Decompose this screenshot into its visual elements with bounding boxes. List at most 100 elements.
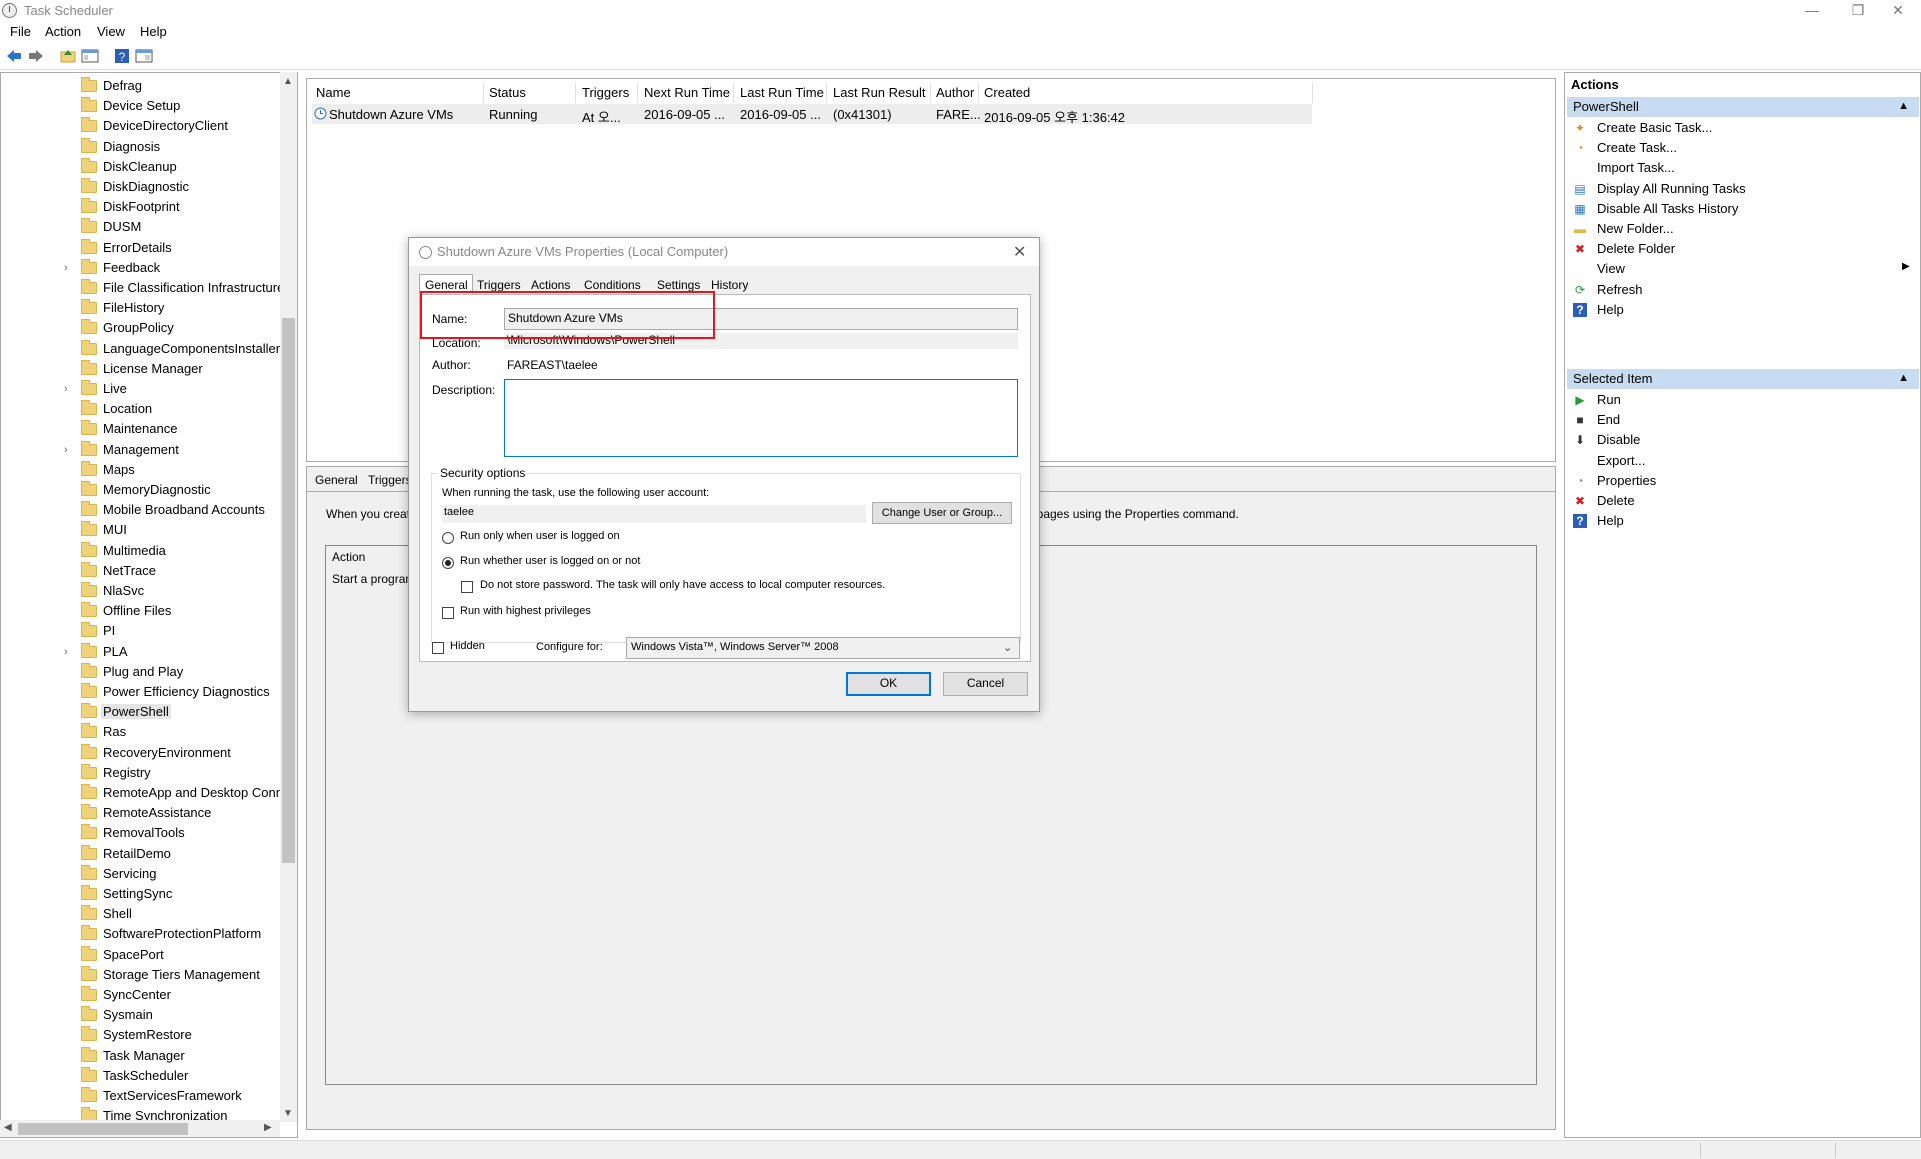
column-header-last-run-result[interactable]: Last Run Result bbox=[833, 85, 926, 100]
tree-item[interactable]: Diagnosis bbox=[1, 137, 283, 158]
highest-privileges-checkbox[interactable] bbox=[442, 607, 454, 619]
tree-item[interactable]: Task Manager bbox=[1, 1046, 283, 1067]
tree-item[interactable]: Multimedia bbox=[1, 541, 283, 562]
back-arrow-icon[interactable] bbox=[5, 47, 23, 65]
scroll-up-arrow-icon[interactable]: ▲ bbox=[283, 76, 293, 87]
expand-chevron-icon[interactable]: › bbox=[64, 444, 68, 456]
tree-item[interactable]: SyncCenter bbox=[1, 986, 283, 1006]
tree-item[interactable]: RetailDemo bbox=[1, 844, 283, 865]
tree-item[interactable]: Device Setup bbox=[1, 97, 283, 117]
details-tab-general[interactable]: General bbox=[315, 473, 358, 487]
tree-item[interactable]: DiskDiagnostic bbox=[1, 178, 283, 198]
tree-item[interactable]: Location bbox=[1, 400, 283, 420]
tree-item[interactable]: GroupPolicy bbox=[1, 319, 283, 339]
tree-item[interactable]: TaskScheduler bbox=[1, 1066, 283, 1087]
tree-item[interactable]: SoftwareProtectionPlatform bbox=[1, 925, 283, 945]
ok-button[interactable]: OK bbox=[846, 672, 931, 696]
no-store-password-checkbox[interactable] bbox=[461, 581, 473, 593]
tree-item[interactable]: SettingSync bbox=[1, 885, 283, 905]
table-row[interactable]: Shutdown Azure VMs Running At 오... 2016-… bbox=[312, 104, 1312, 125]
tree-item[interactable]: ErrorDetails bbox=[1, 238, 283, 259]
section-header-selected-item[interactable]: Selected Item ▲ bbox=[1567, 369, 1919, 389]
action-grid-row[interactable]: Start a program bbox=[332, 572, 415, 586]
radio-logged-on[interactable] bbox=[442, 532, 454, 544]
tree-item[interactable]: RemoteAssistance bbox=[1, 804, 283, 824]
tree-item[interactable]: Plug and Play bbox=[1, 662, 283, 683]
up-folder-icon[interactable] bbox=[59, 47, 77, 65]
tree-item[interactable]: License Manager bbox=[1, 359, 283, 380]
configure-for-dropdown[interactable]: Windows Vista™, Windows Server™ 2008 ⌄ bbox=[626, 637, 1020, 659]
column-header-status[interactable]: Status bbox=[489, 85, 526, 100]
tree-item[interactable]: DeviceDirectoryClient bbox=[1, 117, 283, 137]
column-header-last-run-time[interactable]: Last Run Time bbox=[740, 85, 824, 100]
tree-item[interactable]: RemoteApp and Desktop Conn bbox=[1, 784, 283, 804]
menu-help[interactable]: Help bbox=[140, 24, 167, 39]
tree-item[interactable]: PowerShell bbox=[1, 703, 283, 723]
tree-item[interactable]: Servicing bbox=[1, 864, 283, 885]
tree-vertical-scroll-thumb[interactable] bbox=[282, 318, 295, 863]
tree-item[interactable]: › Live bbox=[1, 380, 283, 400]
column-header-created[interactable]: Created bbox=[984, 85, 1030, 100]
tree-item[interactable]: Maintenance bbox=[1, 420, 283, 440]
forward-arrow-icon[interactable] bbox=[27, 47, 45, 65]
tree-item[interactable]: DiskFootprint bbox=[1, 198, 283, 218]
tree-item[interactable]: RecoveryEnvironment bbox=[1, 743, 283, 764]
section-header-powershell[interactable]: PowerShell ▲ bbox=[1567, 97, 1919, 117]
menu-file[interactable]: File bbox=[10, 24, 31, 39]
tree-item[interactable]: DiskCleanup bbox=[1, 157, 283, 178]
tree-item[interactable]: › PLA bbox=[1, 642, 283, 663]
tree-item[interactable]: Registry bbox=[1, 763, 283, 784]
tree-item[interactable]: PI bbox=[1, 622, 283, 642]
expand-chevron-icon[interactable]: › bbox=[64, 646, 68, 658]
show-hide-console-tree-icon[interactable] bbox=[81, 47, 99, 65]
hidden-checkbox[interactable] bbox=[432, 642, 444, 654]
tree-item[interactable]: RemovalTools bbox=[1, 824, 283, 844]
folder-tree-pane[interactable]: Defrag Device Setup DeviceDirectoryClient D… bbox=[0, 72, 298, 1138]
action-grid-header[interactable]: Action bbox=[332, 550, 365, 564]
tree-item[interactable]: SpacePort bbox=[1, 945, 283, 966]
minimize-button[interactable]: — bbox=[1789, 0, 1835, 22]
collapse-caret-icon[interactable]: ▲ bbox=[1898, 100, 1909, 112]
tree-item[interactable]: MemoryDiagnostic bbox=[1, 481, 283, 501]
tree-item[interactable]: DUSM bbox=[1, 218, 283, 238]
dialog-close-button[interactable]: ✕ bbox=[1013, 242, 1026, 262]
details-tab-triggers[interactable]: Triggers bbox=[368, 473, 412, 487]
expand-chevron-icon[interactable]: › bbox=[64, 262, 68, 274]
action-help[interactable]: ? Help bbox=[1565, 299, 1917, 323]
menu-view[interactable]: View bbox=[97, 24, 125, 39]
change-user-button[interactable]: Change User or Group... bbox=[872, 502, 1012, 524]
tree-item[interactable]: SystemRestore bbox=[1, 1026, 283, 1046]
close-button[interactable]: ✕ bbox=[1875, 0, 1921, 22]
scroll-left-arrow-icon[interactable]: ◀ bbox=[4, 1122, 12, 1133]
column-header-name[interactable]: Name bbox=[316, 85, 351, 100]
tree-item[interactable]: MUI bbox=[1, 521, 283, 541]
action-help[interactable]: ? Help bbox=[1565, 510, 1917, 534]
tree-item[interactable]: TextServicesFramework bbox=[1, 1087, 283, 1107]
tree-item[interactable]: Defrag bbox=[1, 77, 283, 97]
tree-item[interactable]: Sysmain bbox=[1, 1006, 283, 1026]
tree-item[interactable]: FileHistory bbox=[1, 299, 283, 319]
tree-item[interactable]: Mobile Broadband Accounts bbox=[1, 501, 283, 521]
tree-item[interactable]: › Feedback bbox=[1, 258, 283, 279]
collapse-caret-icon[interactable]: ▲ bbox=[1898, 372, 1909, 384]
scroll-down-arrow-icon[interactable]: ▼ bbox=[283, 1108, 293, 1119]
tree-item[interactable]: Ras bbox=[1, 723, 283, 743]
tree-item[interactable]: LanguageComponentsInstaller bbox=[1, 339, 283, 360]
tree-item[interactable]: NlaSvc bbox=[1, 582, 283, 602]
tree-item[interactable]: Maps bbox=[1, 460, 283, 481]
description-textarea[interactable] bbox=[504, 379, 1018, 457]
menu-action[interactable]: Action bbox=[45, 24, 81, 39]
tree-item[interactable]: Storage Tiers Management bbox=[1, 965, 283, 986]
tree-item[interactable]: › Management bbox=[1, 440, 283, 461]
column-header-author[interactable]: Author bbox=[936, 85, 974, 100]
show-hide-action-pane-icon[interactable] bbox=[135, 47, 153, 65]
cancel-button[interactable]: Cancel bbox=[943, 672, 1028, 696]
tree-item[interactable]: File Classification Infrastructure bbox=[1, 279, 284, 299]
scroll-right-arrow-icon[interactable]: ▶ bbox=[264, 1122, 272, 1133]
expand-chevron-icon[interactable]: › bbox=[64, 383, 68, 395]
tree-item[interactable]: Offline Files bbox=[1, 602, 283, 622]
tree-horizontal-scroll-thumb[interactable] bbox=[18, 1123, 188, 1135]
tree-item[interactable]: Power Efficiency Diagnostics bbox=[1, 683, 283, 703]
tree-item[interactable]: Shell bbox=[1, 905, 283, 925]
column-header-next-run-time[interactable]: Next Run Time bbox=[644, 85, 730, 100]
